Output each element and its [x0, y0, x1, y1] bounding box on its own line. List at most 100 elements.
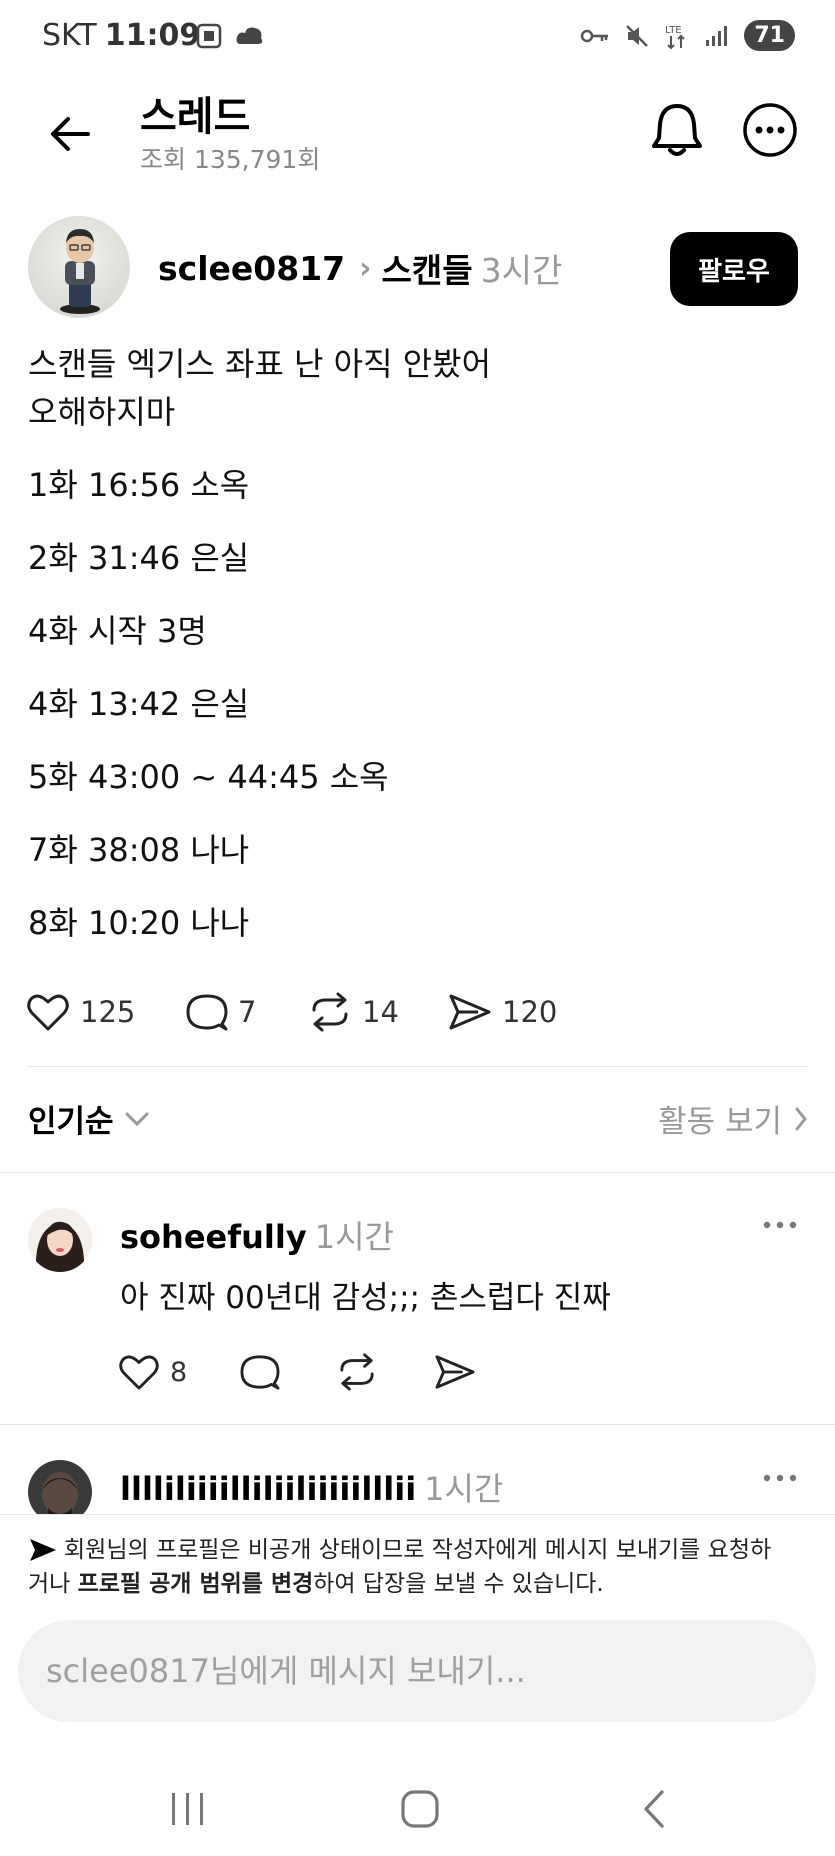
sort-dropdown[interactable]: 인기순 — [28, 1096, 150, 1141]
repost-icon — [312, 992, 348, 1032]
battery-indicator: 71 — [744, 20, 795, 51]
notice-part2: 하여 답장을 보낼 수 있습니다. — [313, 1571, 604, 1597]
heart-icon — [27, 994, 69, 1031]
comment-text: 아 진짜 00년대 감성;;; 촌스럽다 진짜 — [120, 1280, 611, 1316]
post-intro: 스캔들 엑기스 좌표 난 아직 안봤어 오해하지마 — [28, 340, 808, 436]
sort-label: 인기순 — [28, 1104, 114, 1140]
follow-button[interactable]: 팔로우 — [670, 232, 798, 306]
post-line: 스캔들 엑기스 좌표 난 아직 안봤어 — [28, 345, 492, 383]
chevron-right-icon — [795, 1107, 807, 1130]
divider — [28, 1066, 808, 1067]
comment-bubble-icon — [240, 1355, 280, 1390]
home-icon — [401, 1790, 439, 1828]
author-avatar[interactable] — [28, 216, 130, 318]
comment-username[interactable]: soheefully — [120, 1218, 307, 1256]
post-line: 4화 13:42 은실 — [28, 685, 250, 723]
back-chevron-icon — [644, 1790, 664, 1828]
status-right-icons: LTE 71 — [580, 20, 795, 51]
comment-header: lllliliiiilliliiliiiiilllii 1시간 — [120, 1464, 503, 1510]
bell-icon — [652, 104, 702, 156]
divider — [0, 1424, 835, 1425]
comment-count: 7 — [238, 995, 257, 1029]
svg-text:LTE: LTE — [665, 25, 682, 36]
more-horizontal-icon — [763, 1474, 797, 1482]
carrier-time: SKT 11:09 — [42, 18, 200, 53]
view-activity-link[interactable]: 활동 보기 — [658, 1096, 808, 1141]
arrow-left-icon — [51, 117, 90, 151]
comment-username[interactable]: lllliliiiilliliiliiiiilllii — [120, 1470, 416, 1508]
comment-reply-button[interactable] — [240, 1344, 336, 1400]
cloud-icon — [236, 27, 263, 44]
send-filled-icon — [30, 1539, 56, 1561]
post-line: 2화 31:46 은실 — [28, 539, 250, 577]
repost-count: 14 — [362, 995, 399, 1029]
avatar-photo — [28, 1208, 92, 1272]
heart-icon — [119, 1355, 159, 1390]
status-bar: SKT 11:09 LTE 71 — [0, 0, 835, 78]
post-line: 7화 38:08 나나 — [28, 831, 250, 869]
like-count: 125 — [80, 995, 136, 1029]
comment-header: soheefully 1시간 — [120, 1212, 394, 1258]
post-line: 8화 10:20 나나 — [28, 904, 250, 942]
send-icon — [449, 994, 491, 1030]
more-horizontal-icon — [763, 1221, 797, 1229]
privacy-notice: 회원님의 프로필은 비공개 상태이므로 작성자에게 메시지 보내기를 요청하거나… — [0, 1514, 835, 1602]
post-actions: 125 7 14 120 — [26, 984, 588, 1040]
comment-time: 1시간 — [314, 1218, 394, 1256]
notifications-button[interactable] — [650, 100, 704, 160]
like-button[interactable]: 125 — [26, 984, 186, 1040]
comment-like-count: 8 — [170, 1356, 188, 1388]
share-count: 120 — [502, 995, 558, 1029]
app-header: 스레드 조회 135,791회 — [0, 78, 835, 198]
comment-more-button[interactable] — [758, 1463, 802, 1493]
system-nav-bar — [0, 1760, 835, 1856]
post-time: 3시간 — [480, 251, 563, 290]
comment-bubble-icon — [186, 994, 228, 1031]
comment-like-button[interactable]: 8 — [118, 1344, 240, 1400]
repost-icon — [340, 1353, 374, 1391]
repost-button[interactable]: 14 — [308, 984, 448, 1040]
send-icon — [435, 1355, 475, 1389]
recent-apps-icon — [172, 1793, 203, 1825]
page-title: 스레드 — [140, 94, 251, 140]
post-line: 오해하지마 — [28, 393, 176, 431]
comment-sort-bar: 인기순 활동 보기 — [28, 1096, 808, 1140]
post-line: 4화 시작 3명 — [28, 612, 207, 650]
divider — [0, 1172, 835, 1173]
mute-icon — [626, 24, 649, 47]
comment-more-button[interactable] — [758, 1210, 802, 1240]
post-author-line: sclee0817 › 스캔들 3시간 — [158, 244, 562, 292]
chevron-right-icon: › — [359, 250, 372, 286]
back-button[interactable] — [42, 106, 98, 162]
comment-time: 1시간 — [424, 1470, 504, 1508]
comment-repost-button[interactable] — [336, 1344, 434, 1400]
more-circle-icon — [743, 103, 797, 157]
notice-text: 회원님의 프로필은 비공개 상태이므로 작성자에게 메시지 보내기를 요청하거나… — [28, 1533, 788, 1601]
recent-apps-button[interactable] — [148, 1774, 228, 1844]
view-count: 조회 135,791회 — [140, 145, 321, 174]
change-privacy-link[interactable]: 프로필 공개 범위를 변경 — [78, 1571, 314, 1597]
share-button[interactable]: 120 — [448, 984, 588, 1040]
signal-icon — [706, 25, 728, 46]
clock: 11:09 — [104, 18, 201, 53]
activity-label: 활동 보기 — [658, 1104, 782, 1140]
more-options-button[interactable] — [742, 102, 798, 158]
avatar-figure — [60, 229, 100, 314]
home-button[interactable] — [380, 1774, 460, 1844]
key-icon — [581, 29, 609, 42]
comment-avatar[interactable] — [28, 1208, 92, 1272]
author-username[interactable]: sclee0817 — [158, 249, 345, 288]
comment-actions: 8 — [118, 1344, 494, 1400]
post-content: 스캔들 엑기스 좌표 난 아직 안봤어 오해하지마 1화 16:56 소옥 2화… — [28, 340, 808, 972]
lte-icon: LTE — [665, 25, 686, 49]
community-link[interactable]: 스캔들 — [382, 244, 473, 292]
comment-button[interactable]: 7 — [186, 984, 308, 1040]
post-line: 1화 16:56 소옥 — [28, 466, 250, 504]
system-back-button[interactable] — [614, 1774, 694, 1844]
comment-share-button[interactable] — [434, 1344, 494, 1400]
post-line: 5화 43:00 ~ 44:45 소옥 — [28, 758, 389, 796]
carrier-label: SKT — [42, 18, 97, 53]
screenshot-icon — [196, 23, 222, 49]
message-input[interactable] — [18, 1620, 816, 1722]
status-left-icons — [195, 22, 265, 50]
